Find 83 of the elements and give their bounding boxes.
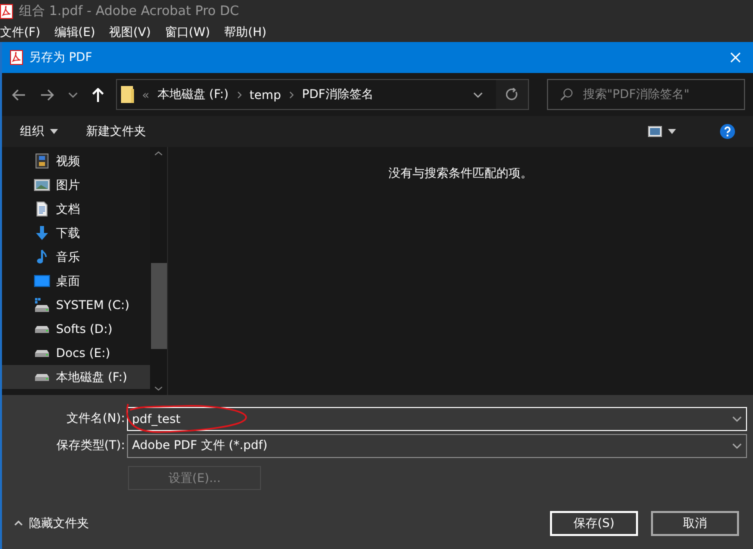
nav-pane-item[interactable]: SYSTEM (C:) [2,293,150,317]
down-arrow-icon [34,225,50,241]
scroll-up-icon [154,151,163,156]
window-title: 组合 1.pdf - Adobe Acrobat Pro DC [19,3,239,20]
nav-item-label: 视频 [56,152,80,170]
chevron-right-icon [288,90,294,98]
dialog-title: 另存为 PDF [29,49,92,66]
nav-item-label: Docs (E:) [56,346,110,360]
menu-item[interactable]: 编辑(E) [54,24,96,40]
view-picture-icon [648,126,662,137]
breadcrumb-item[interactable]: 本地磁盘 (F:) [157,86,229,103]
drive-icon [35,374,49,380]
menu-item[interactable]: 文件(F) [0,24,40,40]
up-arrow-icon [92,88,104,102]
chevron-right-icon [236,90,242,98]
chevron-down-icon [472,92,483,98]
folder-icon [121,86,134,104]
view-menu[interactable] [648,126,676,137]
help-button[interactable] [720,124,735,139]
help-icon [720,124,735,139]
film-icon [34,153,50,169]
up-button[interactable] [90,86,106,104]
nav-pane-item[interactable]: 桌面 [2,269,150,293]
monitor-icon [34,273,50,289]
refresh-button[interactable] [496,80,528,109]
menu-item[interactable]: 视图(V) [109,24,151,40]
cancel-button[interactable]: 取消 [651,510,739,536]
scroll-down-icon [154,386,163,391]
nav-item-label: Softs (D:) [56,322,112,336]
breadcrumb-item[interactable]: PDF消除签名 [302,86,374,103]
dropdown-triangle-icon [50,129,58,134]
nav-pane-item[interactable]: 视频 [2,149,150,173]
forward-button[interactable] [38,86,56,102]
chevron-down-icon [68,92,78,98]
back-arrow-icon [12,88,26,100]
chevron-up-icon [14,520,23,526]
pdf-icon [0,4,13,18]
nav-item-label: 桌面 [56,272,80,290]
drive-icon [35,326,49,332]
scrollbar[interactable] [150,147,168,395]
menu-item[interactable]: 窗口(W) [164,24,210,40]
chevron-down-icon [732,442,742,448]
nav-item-label: 文档 [56,200,80,218]
hide-folders-button[interactable]: 隐藏文件夹 [14,514,89,532]
nav-item-label: SYSTEM (C:) [56,298,130,312]
new-folder-button[interactable]: 新建文件夹 [86,123,146,140]
dropdown-triangle-icon [668,129,676,134]
save-button[interactable]: 保存(S) [550,510,638,536]
nav-item-label: 本地磁盘 (F:) [56,368,128,386]
close-icon [730,52,741,63]
nav-pane-item[interactable]: Softs (D:) [2,317,150,341]
nav-pane-item[interactable]: 下载 [2,221,150,245]
scrollbar-thumb[interactable] [150,263,166,349]
drive-icon [34,297,50,313]
empty-message: 没有与搜索条件匹配的项。 [388,165,532,181]
pdf-icon [10,50,23,65]
nav-pane-item[interactable]: Docs (E:) [2,341,150,365]
overflow-chevron[interactable]: « [142,88,150,102]
nav-pane-item[interactable]: 文档 [2,197,150,221]
search-field[interactable]: 搜索"PDF消除签名" [546,79,745,110]
back-button[interactable] [10,86,28,102]
nav-item-label: 音乐 [56,248,80,266]
file-name-field[interactable]: pdf_test [127,406,747,430]
forward-arrow-icon [40,88,54,100]
nav-pane-item[interactable]: 本地磁盘 (F:) [2,365,150,389]
nav-item-label: 图片 [56,176,80,194]
document-icon [34,201,50,217]
nav-item-label: 下载 [56,224,80,242]
nav-pane-item[interactable]: 音乐 [2,245,150,269]
file-name-label: 文件名(N): [66,410,126,427]
file-type-label: 保存类型(T): [55,437,126,454]
file-type-dropdown[interactable]: Adobe PDF 文件 (*.pdf) [127,434,747,458]
organize-menu[interactable]: 组织 [20,123,58,140]
picture-icon [34,177,50,193]
address-bar[interactable]: « 本地磁盘 (F:) temp PDF消除签名 [116,79,529,110]
chevron-down-icon [732,416,742,422]
drive-icon [35,350,49,356]
recent-dropdown[interactable] [66,90,80,100]
breadcrumb-item[interactable]: temp [250,88,281,102]
menu-item[interactable]: 帮助(H) [224,24,266,40]
search-icon [560,88,573,101]
nav-pane-item[interactable]: 图片 [2,173,150,197]
refresh-icon [506,88,518,101]
